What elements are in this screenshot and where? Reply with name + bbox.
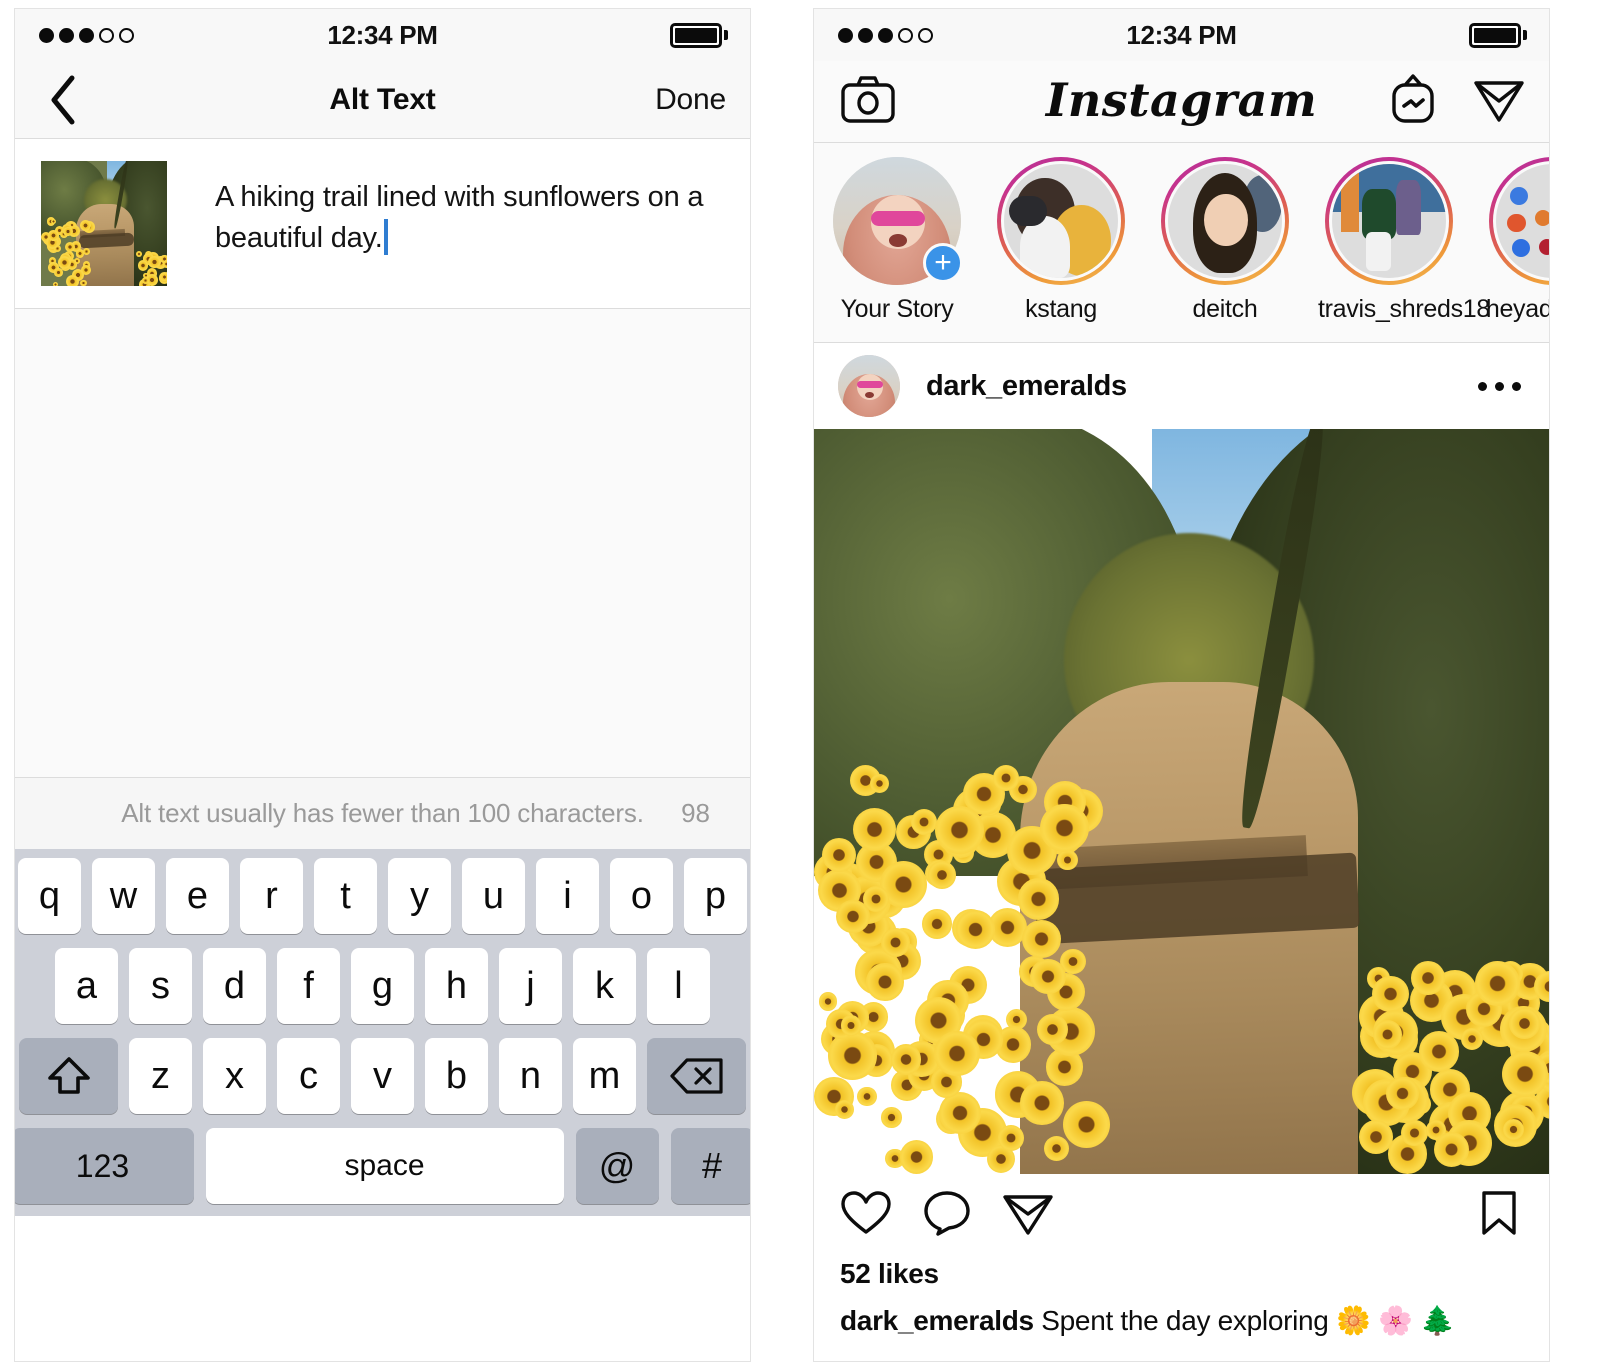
- story-label: travis_shreds18: [1318, 295, 1490, 323]
- story-item-deitch[interactable]: deitch: [1154, 157, 1296, 332]
- page-title: Alt Text: [329, 82, 436, 116]
- story-label: deitch: [1192, 295, 1258, 323]
- alt-text-navigation-bar: Alt Text Done: [15, 61, 750, 139]
- keyboard-row-4: 123 space @ #: [15, 1128, 750, 1204]
- alt-text-empty-area: [15, 309, 750, 777]
- phone-alt-text-screen: 12:34 PM Alt Text Done A hiking trail li…: [14, 8, 751, 1362]
- post-photo[interactable]: [814, 429, 1549, 1174]
- story-item-heyadrienne[interactable]: heyadrienne: [1482, 157, 1549, 332]
- post-action-bar: [814, 1174, 1549, 1256]
- post-header: dark_emeralds: [814, 343, 1549, 429]
- key-n[interactable]: n: [499, 1038, 562, 1114]
- key-f[interactable]: f: [277, 948, 340, 1024]
- battery-icon: [670, 22, 728, 48]
- space-key[interactable]: space: [205, 1128, 564, 1204]
- key-c[interactable]: c: [277, 1038, 340, 1114]
- key-b[interactable]: b: [425, 1038, 488, 1114]
- keyboard-row-2: a s d f g h j k l: [20, 948, 745, 1024]
- story-label: heyadrienne: [1485, 295, 1549, 323]
- alt-text-value: A hiking trail lined with sunflowers on …: [215, 181, 712, 254]
- key-o[interactable]: o: [610, 858, 673, 934]
- character-counter-bar: Alt text usually has fewer than 100 char…: [15, 777, 750, 849]
- key-u[interactable]: u: [462, 858, 525, 934]
- key-m[interactable]: m: [573, 1038, 636, 1114]
- onscreen-keyboard[interactable]: q w e r t y u i o p a s d f g h j k l z …: [15, 849, 750, 1216]
- key-g[interactable]: g: [351, 948, 414, 1024]
- key-k[interactable]: k: [573, 948, 636, 1024]
- at-symbol-key[interactable]: @: [575, 1128, 659, 1204]
- key-x[interactable]: x: [203, 1038, 266, 1114]
- key-y[interactable]: y: [388, 858, 451, 934]
- post-author-avatar[interactable]: [838, 355, 900, 417]
- caption-username[interactable]: dark_emeralds: [840, 1305, 1034, 1336]
- story-avatar: [1329, 161, 1449, 281]
- character-hint-text: Alt text usually has fewer than 100 char…: [121, 798, 644, 828]
- key-w[interactable]: w: [92, 858, 155, 934]
- bookmark-icon[interactable]: [1479, 1190, 1519, 1241]
- more-options-icon[interactable]: [1478, 381, 1521, 391]
- screenshot-stage: 12:34 PM Alt Text Done A hiking trail li…: [0, 0, 1600, 1362]
- key-q[interactable]: q: [18, 858, 81, 934]
- alt-text-editor-row: A hiking trail lined with sunflowers on …: [15, 139, 750, 309]
- story-item-travis-shreds18[interactable]: travis_shreds18: [1318, 157, 1490, 332]
- stories-tray[interactable]: + Your Story kstang deitch travis_shreds…: [814, 143, 1549, 343]
- key-i[interactable]: i: [536, 858, 599, 934]
- key-d[interactable]: d: [203, 948, 266, 1024]
- caption-text: Spent the day exploring 🌼 🌸 🌲: [1033, 1305, 1455, 1336]
- story-label: Your Story: [840, 295, 954, 323]
- post-thumbnail-image: [41, 161, 167, 286]
- comment-bubble-icon[interactable]: [922, 1189, 972, 1242]
- key-j[interactable]: j: [499, 948, 562, 1024]
- story-avatar: [1165, 161, 1285, 281]
- igtv-icon[interactable]: [1389, 73, 1437, 130]
- heart-icon[interactable]: [840, 1189, 892, 1242]
- key-p[interactable]: p: [684, 858, 747, 934]
- story-avatar: [1493, 161, 1549, 281]
- share-paper-plane-icon[interactable]: [1002, 1189, 1054, 1242]
- keyboard-row-1: q w e r t y u i o p: [18, 858, 747, 934]
- status-bar-left: 12:34 PM: [15, 9, 750, 61]
- key-r[interactable]: r: [240, 858, 303, 934]
- phone-instagram-feed: 12:34 PM Instagram + Your Story kstang d…: [813, 8, 1550, 1362]
- add-story-plus-icon[interactable]: +: [923, 243, 963, 283]
- key-h[interactable]: h: [425, 948, 488, 1024]
- instagram-header: Instagram: [814, 61, 1549, 143]
- key-l[interactable]: l: [647, 948, 710, 1024]
- key-z[interactable]: z: [129, 1038, 192, 1114]
- post-author-username[interactable]: dark_emeralds: [926, 370, 1127, 403]
- key-e[interactable]: e: [166, 858, 229, 934]
- key-t[interactable]: t: [314, 858, 377, 934]
- key-s[interactable]: s: [129, 948, 192, 1024]
- story-label: kstang: [1025, 295, 1097, 323]
- backspace-icon[interactable]: [647, 1038, 746, 1114]
- status-bar-right: 12:34 PM: [814, 9, 1549, 61]
- status-time-left: 12:34 PM: [327, 19, 438, 50]
- story-avatar: [1001, 161, 1121, 281]
- key-v[interactable]: v: [351, 1038, 414, 1114]
- shift-arrow-icon[interactable]: [19, 1038, 118, 1114]
- key-a[interactable]: a: [55, 948, 118, 1024]
- text-cursor: [383, 219, 388, 255]
- alt-text-input[interactable]: A hiking trail lined with sunflowers on …: [167, 161, 728, 259]
- battery-icon-right: [1469, 22, 1527, 48]
- status-time-right: 12:34 PM: [1126, 19, 1237, 50]
- direct-message-icon[interactable]: [1473, 74, 1525, 129]
- likes-count[interactable]: 52 likes: [814, 1258, 1549, 1290]
- numbers-key[interactable]: 123: [15, 1128, 194, 1204]
- post-caption: dark_emeralds Spent the day exploring 🌼 …: [814, 1290, 1549, 1337]
- story-item-your-story[interactable]: + Your Story: [826, 157, 968, 332]
- hash-symbol-key[interactable]: #: [670, 1128, 750, 1204]
- done-button[interactable]: Done: [655, 83, 726, 117]
- keyboard-row-3: z x c v b n m: [19, 1038, 746, 1114]
- story-item-kstang[interactable]: kstang: [990, 157, 1132, 332]
- character-count: 98: [681, 798, 710, 828]
